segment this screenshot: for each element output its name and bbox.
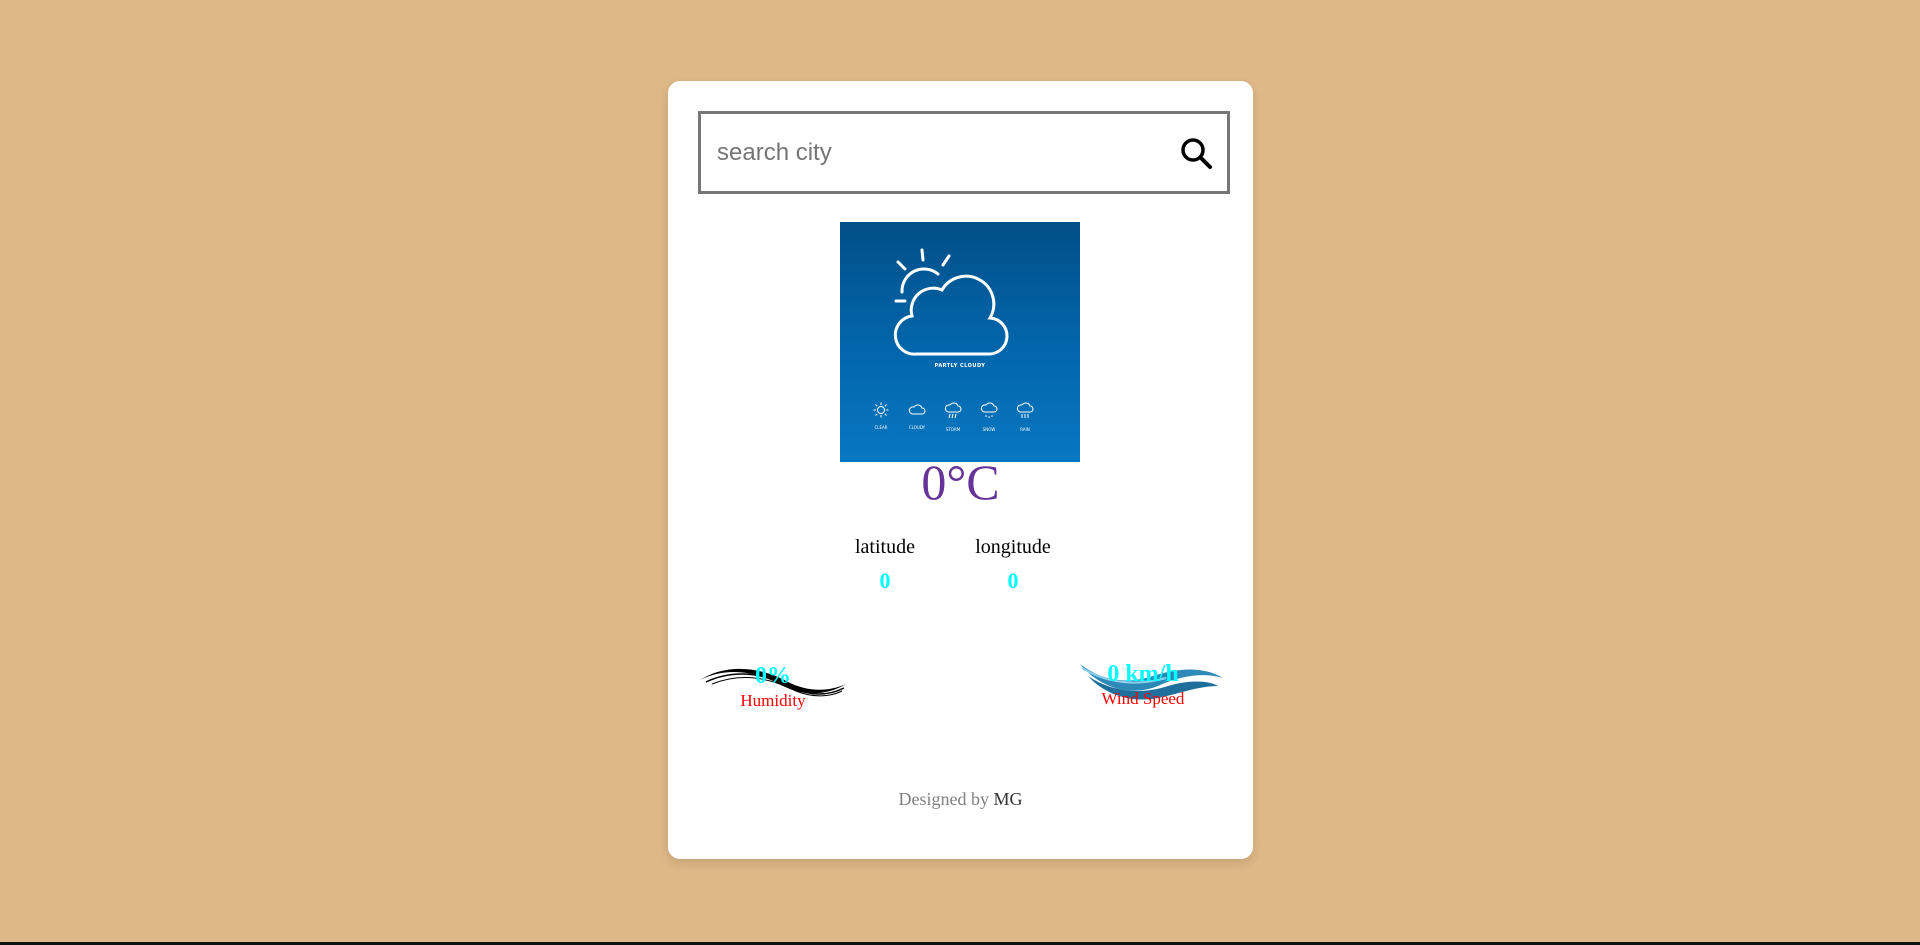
longitude-block: longitude 0 — [968, 536, 1058, 594]
rain-mini: RAIN — [1012, 402, 1038, 432]
sun-icon — [873, 402, 889, 418]
latitude-value: 0 — [879, 568, 891, 593]
footer-credit: Designed by MG — [668, 789, 1253, 810]
storm-icon — [944, 402, 962, 419]
mini-label: CLOUDY — [908, 425, 926, 430]
storm-mini: STORM — [940, 402, 966, 432]
wind-speed-label: Wind Speed — [1101, 689, 1185, 708]
cloud-icon — [908, 404, 926, 415]
mini-label: SNOW — [982, 427, 996, 432]
search-bar — [698, 111, 1230, 194]
footer-author: MG — [993, 789, 1023, 809]
clear-mini: CLEAR — [868, 402, 894, 430]
humidity-stat: 0% Humidity — [698, 664, 848, 711]
cloudy-mini: CLOUDY — [904, 402, 930, 430]
humidity-value: 0% — [755, 663, 791, 689]
wind-stat: 0 km/h Wind Speed — [1068, 662, 1218, 709]
search-button[interactable] — [1179, 136, 1213, 170]
search-input[interactable] — [701, 114, 1157, 191]
rain-icon — [1016, 402, 1034, 418]
weather-image: PARTLY CLOUDY CLEAR CLOUDY STORM SNOW RA… — [840, 222, 1080, 462]
mini-label: RAIN — [1020, 427, 1030, 432]
humidity-label: Humidity — [740, 691, 806, 710]
latitude-label: latitude — [855, 536, 915, 558]
longitude-label: longitude — [975, 536, 1051, 558]
search-icon — [1181, 138, 1212, 169]
mini-label: STORM — [945, 427, 961, 432]
weather-card: PARTLY CLOUDY CLEAR CLOUDY — [668, 81, 1253, 859]
weather-image-caption: PARTLY CLOUDY — [934, 363, 986, 369]
latitude-block: latitude 0 — [840, 536, 930, 594]
mini-label: CLEAR — [874, 425, 888, 430]
wind-speed-value: 0 km/h — [1107, 661, 1179, 687]
snow-icon — [980, 402, 998, 418]
longitude-value: 0 — [1007, 568, 1019, 593]
footer-prefix: Designed by — [898, 789, 989, 809]
snow-mini: SNOW — [976, 402, 1002, 432]
temperature: 0°C — [921, 454, 1000, 510]
